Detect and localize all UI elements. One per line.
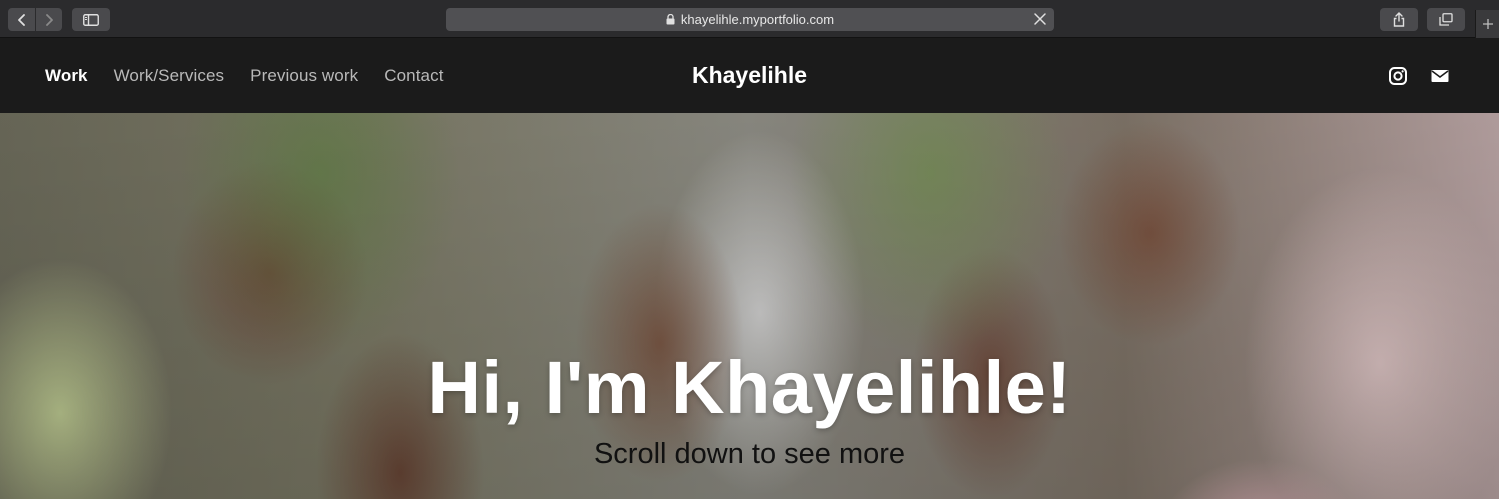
main-nav: Work Work/Services Previous work Contact bbox=[45, 38, 470, 113]
back-button[interactable] bbox=[8, 8, 35, 31]
browser-toolbar: khayelihle.myportfolio.com bbox=[0, 0, 1499, 38]
url-text: khayelihle.myportfolio.com bbox=[680, 12, 835, 27]
hero-banner: Hi, I'm Khayelihle! Scroll down to see m… bbox=[0, 113, 1499, 499]
sidebar-icon bbox=[83, 13, 99, 26]
history-nav bbox=[8, 8, 62, 31]
share-icon bbox=[1393, 12, 1405, 27]
nav-item-contact[interactable]: Contact bbox=[384, 66, 443, 86]
plus-icon bbox=[1482, 19, 1493, 29]
sidebar-toggle-button[interactable] bbox=[72, 8, 110, 31]
forward-button[interactable] bbox=[35, 8, 62, 31]
site-title[interactable]: Khayelihle bbox=[692, 62, 807, 89]
hero-subtitle: Scroll down to see more bbox=[593, 438, 906, 470]
address-bar[interactable]: khayelihle.myportfolio.com bbox=[446, 8, 1054, 31]
tabs-icon bbox=[1439, 13, 1453, 26]
chevron-left-icon bbox=[17, 13, 25, 26]
nav-item-work-services[interactable]: Work/Services bbox=[114, 66, 225, 86]
instagram-icon[interactable] bbox=[1389, 66, 1407, 85]
share-button[interactable] bbox=[1380, 8, 1418, 31]
mail-icon[interactable] bbox=[1431, 67, 1449, 85]
close-icon[interactable] bbox=[1032, 11, 1048, 27]
social-links bbox=[1389, 38, 1449, 113]
new-tab-button[interactable] bbox=[1475, 10, 1499, 38]
lock-icon bbox=[666, 14, 675, 25]
tabs-overview-button[interactable] bbox=[1427, 8, 1465, 31]
nav-item-work[interactable]: Work bbox=[45, 66, 88, 86]
site-header: Work Work/Services Previous work Contact… bbox=[0, 38, 1499, 113]
chevron-right-icon bbox=[46, 13, 53, 26]
hero-title: Hi, I'm Khayelihle! bbox=[427, 346, 1072, 429]
nav-item-previous-work[interactable]: Previous work bbox=[250, 66, 358, 86]
